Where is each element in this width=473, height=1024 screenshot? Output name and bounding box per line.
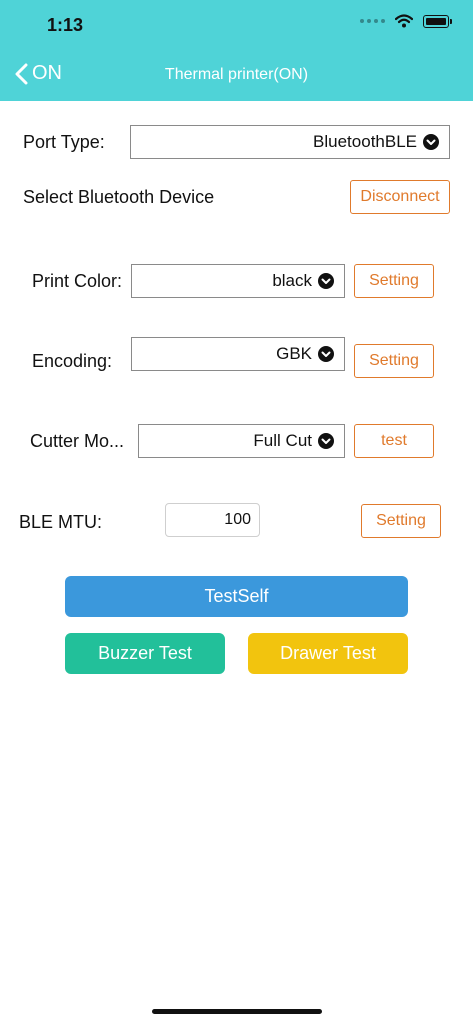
chevron-down-icon [318,346,334,362]
wifi-icon [395,14,413,28]
cellular-signal-icon [360,19,385,23]
chevron-down-icon [318,273,334,289]
select-bluetooth-label: Select Bluetooth Device [23,187,215,207]
port-type-label: Port Type: [23,132,105,152]
print-color-setting-button[interactable]: Setting [354,264,434,298]
port-type-select[interactable]: BluetoothBLE [130,125,450,159]
status-indicators [360,14,452,28]
encoding-value: GBK [276,344,312,363]
ble-mtu-setting-button[interactable]: Setting [361,504,441,538]
cutter-mode-label: Cutter Mo... [30,431,125,451]
buzzer-test-button[interactable]: Buzzer Test [65,633,225,674]
nav-header: 1:13 ON Thermal printer(ON) [0,0,473,101]
chevron-down-icon [318,433,334,449]
ble-mtu-label: BLE MTU: [19,512,103,532]
print-color-value: black [272,271,312,290]
status-time: 1:13 [47,15,84,35]
disconnect-button[interactable]: Disconnect [350,180,450,214]
drawer-test-button[interactable]: Drawer Test [248,633,408,674]
print-color-label: Print Color: [32,271,123,291]
cutter-mode-select[interactable]: Full Cut [138,424,345,458]
encoding-setting-button[interactable]: Setting [354,344,434,378]
port-type-value: BluetoothBLE [313,132,417,151]
cutter-test-button[interactable]: test [354,424,434,458]
ble-mtu-input[interactable] [165,503,260,537]
cutter-mode-value: Full Cut [253,431,312,450]
battery-icon [423,14,452,28]
home-indicator [152,1009,322,1014]
testself-button[interactable]: TestSelf [65,576,408,617]
page-title: Thermal printer(ON) [164,66,309,83]
chevron-down-icon [423,134,439,150]
print-color-select[interactable]: black [131,264,345,298]
encoding-label: Encoding: [32,351,113,371]
encoding-select[interactable]: GBK [131,337,345,371]
